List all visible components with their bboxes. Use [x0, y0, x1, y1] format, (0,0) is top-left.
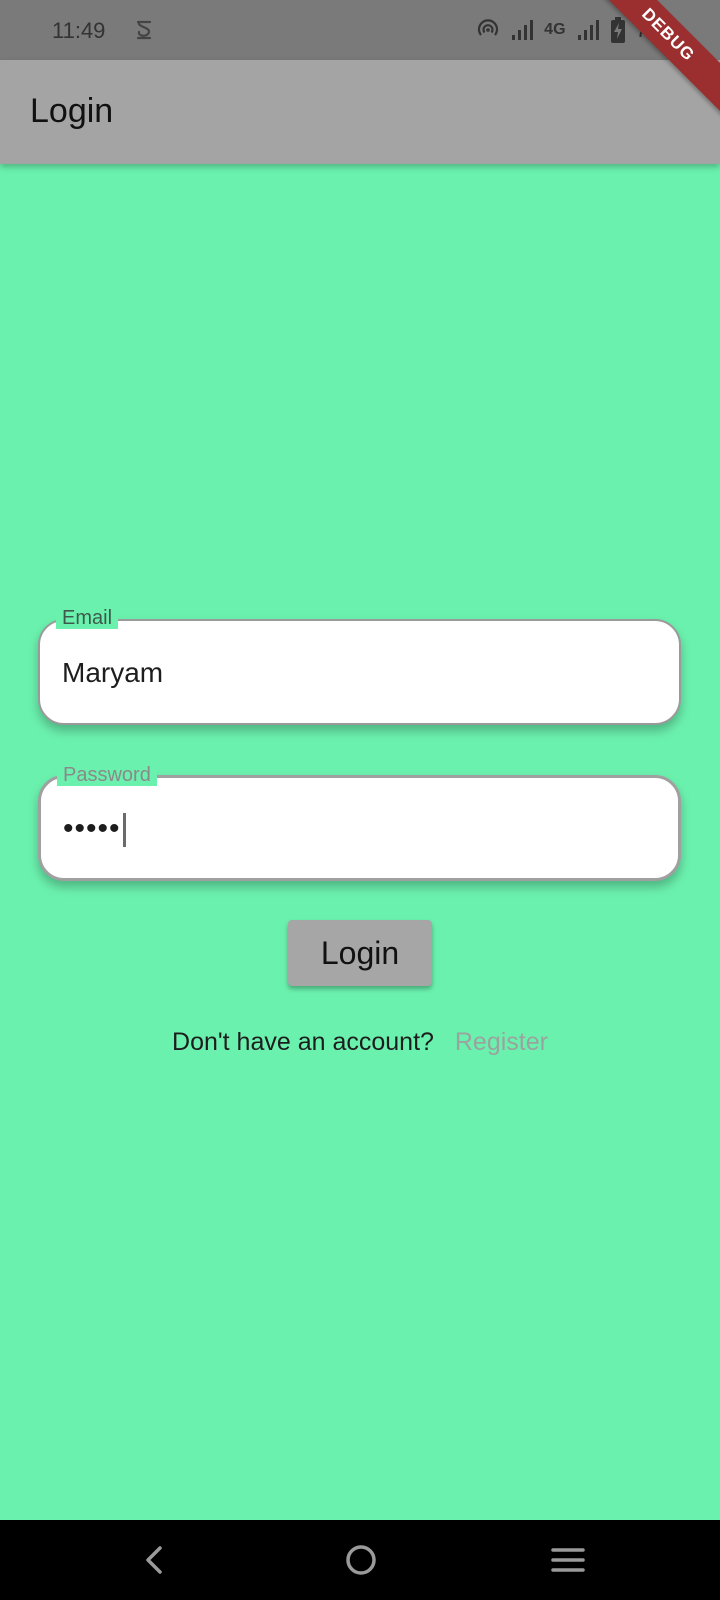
register-prompt: Don't have an account? — [172, 1028, 434, 1056]
network-type: 4G — [544, 21, 566, 38]
password-value-wrap: ••••• — [63, 812, 126, 848]
page-title: Login — [30, 92, 114, 130]
email-label: Email — [56, 607, 119, 629]
app-bar: Login — [0, 60, 720, 164]
status-bar: 11:49 4G 78 — [0, 0, 720, 60]
system-nav-bar — [0, 1520, 720, 1600]
hotspot-icon — [478, 19, 499, 36]
email-field[interactable]: Email Maryam — [38, 607, 681, 725]
password-value: ••••• — [63, 812, 121, 845]
email-value: Maryam — [62, 657, 164, 688]
sync-app-icon — [136, 20, 152, 40]
menu-icon[interactable] — [548, 1540, 588, 1580]
register-row: Don't have an account? Register — [0, 1028, 720, 1057]
signal-icon — [512, 20, 534, 40]
login-button[interactable]: Login — [288, 920, 432, 986]
register-link[interactable]: Register — [455, 1028, 548, 1056]
home-icon[interactable] — [341, 1540, 381, 1580]
battery-charging-icon — [610, 17, 625, 43]
signal-icon-2 — [577, 20, 599, 40]
password-field[interactable]: Password ••••• — [38, 764, 681, 881]
password-label: Password — [57, 764, 157, 786]
back-icon[interactable] — [136, 1540, 176, 1580]
status-time: 11:49 — [52, 18, 106, 43]
text-cursor — [122, 813, 126, 848]
